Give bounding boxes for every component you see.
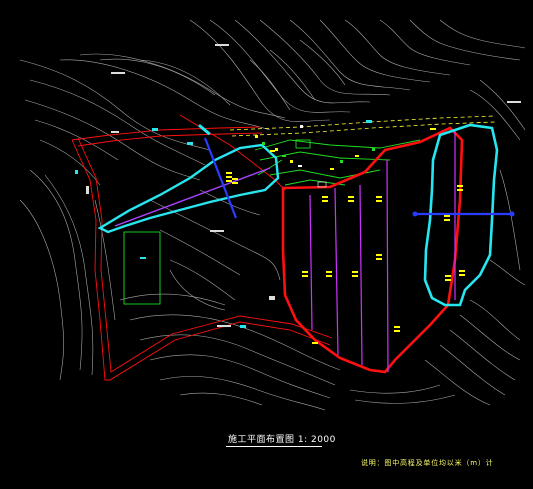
drawing-title: 施工平面布置图 1: 2000 [228, 435, 336, 445]
drawing-title-underline [226, 446, 322, 447]
survey-label-marks [86, 44, 521, 327]
site-boundary [71, 114, 333, 381]
site-plan-drawing [19, 19, 526, 411]
drawing-note: 说明：图中高程及单位均以米（m）计 [361, 459, 494, 467]
excavation-area-outline [281, 126, 464, 374]
reservoir-left-outline [97, 143, 280, 234]
dam-axis-lines [203, 137, 512, 219]
construction-facilities [123, 139, 421, 305]
